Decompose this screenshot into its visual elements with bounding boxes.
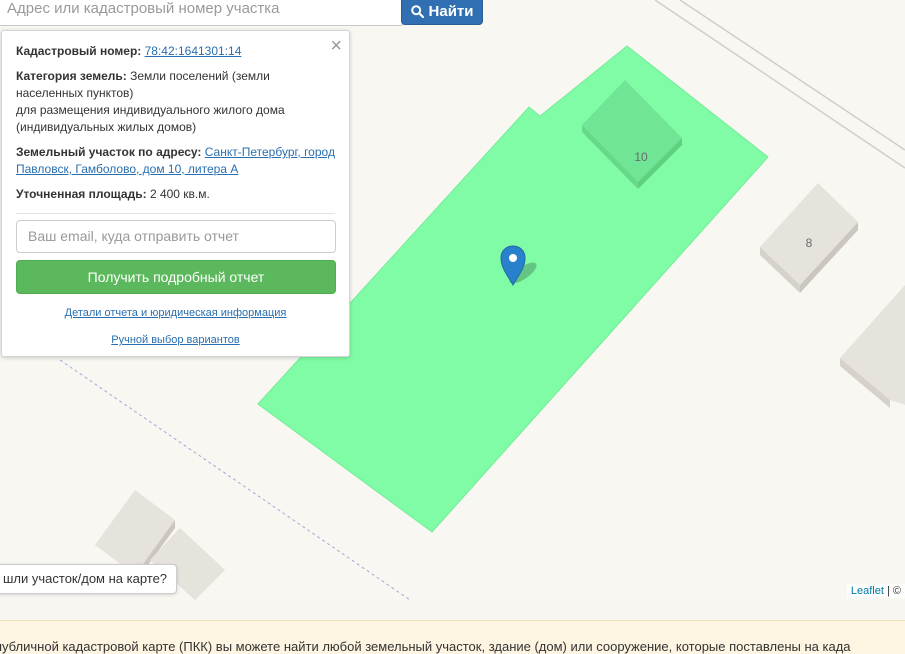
address-link-1[interactable]: Санкт-Петербург, город [205, 145, 335, 159]
house-number-10: 10 [634, 150, 648, 164]
attribution-rest: | © [883, 585, 901, 597]
close-icon[interactable]: × [330, 36, 342, 56]
manual-select-link[interactable]: Ручной выбор вариантов [111, 334, 239, 346]
map-attribution: Leaflet | © [846, 584, 905, 598]
search-button-label: Найти [428, 3, 474, 20]
manual-link-wrap: Ручной выбор вариантов [16, 334, 335, 346]
building-8[interactable] [760, 183, 858, 285]
details-link-wrap: Детали отчета и юридическая информация [16, 307, 335, 319]
search-icon [410, 5, 424, 18]
cadastral-row: Кадастровый номер: 78:42:1641301:14 [16, 43, 335, 60]
found-question-button[interactable]: шли участок/дом на карте? [0, 564, 178, 594]
info-popup: × Кадастровый номер: 78:42:1641301:14 Ка… [1, 30, 350, 357]
search-button[interactable]: Найти [401, 0, 483, 25]
category-value-4: (индивидуальных жилых домов) [16, 120, 197, 134]
category-row: Категория земель: Земли поселений (земли… [16, 68, 335, 136]
area-value: 2 400 кв.м. [149, 187, 210, 201]
category-value-1: Земли поселений (земли [130, 69, 270, 83]
get-report-button[interactable]: Получить подробный отчет [16, 260, 336, 294]
search-input[interactable]: Адрес или кадастровый номер участка [0, 0, 404, 26]
divider [16, 213, 335, 214]
area-label: Уточненная площадь: [16, 187, 147, 201]
footer-text: публичной кадастровой карте (ПКК) вы мож… [0, 639, 851, 654]
address-row: Земельный участок по адресу: Санкт-Петер… [16, 144, 335, 178]
cadastral-number-link[interactable]: 78:42:1641301:14 [145, 44, 242, 58]
house-number-8: 8 [806, 236, 813, 250]
area-row: Уточненная площадь: 2 400 кв.м. [16, 186, 335, 203]
category-value-2: населенных пунктов) [16, 86, 134, 100]
address-label: Земельный участок по адресу: [16, 145, 202, 159]
address-link-2[interactable]: Павловск, Гамболово, дом 10, литера А [16, 162, 238, 176]
category-value-3: для размещения индивидуального жилого до… [16, 103, 285, 117]
details-link[interactable]: Детали отчета и юридическая информация [65, 307, 287, 319]
cadastral-label: Кадастровый номер: [16, 44, 142, 58]
category-label: Категория земель: [16, 69, 127, 83]
leaflet-link[interactable]: Leaflet [851, 585, 884, 597]
email-field[interactable]: Ваш email, куда отправить отчет [16, 220, 336, 253]
footer-banner: публичной кадастровой карте (ПКК) вы мож… [0, 620, 905, 654]
